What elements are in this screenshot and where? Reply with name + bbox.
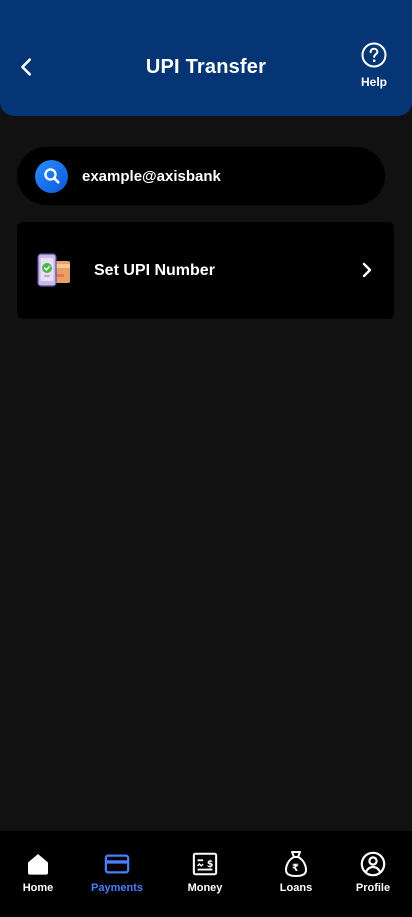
search-value: example@axisbank (82, 167, 221, 185)
cheque-icon: $ (192, 852, 218, 876)
upi-id-search-input[interactable]: example@axisbank (17, 147, 385, 205)
search-icon (35, 159, 68, 193)
user-circle-icon (360, 851, 386, 877)
nav-money[interactable]: $ Money (185, 831, 225, 917)
nav-loans[interactable]: ₹ Loans (276, 831, 316, 917)
app-header: UPI Transfer Help (0, 0, 412, 116)
svg-text:$: $ (207, 859, 213, 870)
nav-payments-label: Payments (91, 882, 143, 894)
nav-money-label: Money (187, 882, 223, 894)
help-button[interactable]: Help (352, 42, 396, 94)
set-upi-number-card[interactable]: Set UPI Number (17, 222, 394, 319)
nav-loans-label: Loans (279, 882, 313, 894)
help-label: Help (360, 75, 387, 89)
nav-payments[interactable]: Payments (88, 831, 146, 917)
bottom-navigation: Home Payments $ Money ₹ Loans Profile (0, 831, 412, 917)
nav-home[interactable]: Home (18, 831, 58, 917)
svg-text:₹: ₹ (292, 863, 299, 874)
money-bag-icon: ₹ (285, 851, 307, 877)
help-icon (361, 42, 387, 68)
nav-profile[interactable]: Profile (353, 831, 393, 917)
set-upi-number-label: Set UPI Number (94, 262, 215, 279)
upi-transfer-screen: UPI Transfer Help example@axisbank Set U… (0, 0, 412, 917)
upi-phone-icon (37, 253, 70, 287)
home-icon (28, 854, 48, 875)
card-icon (104, 854, 130, 874)
page-title: UPI Transfer (145, 56, 267, 78)
nav-profile-label: Profile (355, 882, 391, 894)
nav-home-label: Home (22, 882, 54, 894)
chevron-right-icon (362, 262, 372, 278)
